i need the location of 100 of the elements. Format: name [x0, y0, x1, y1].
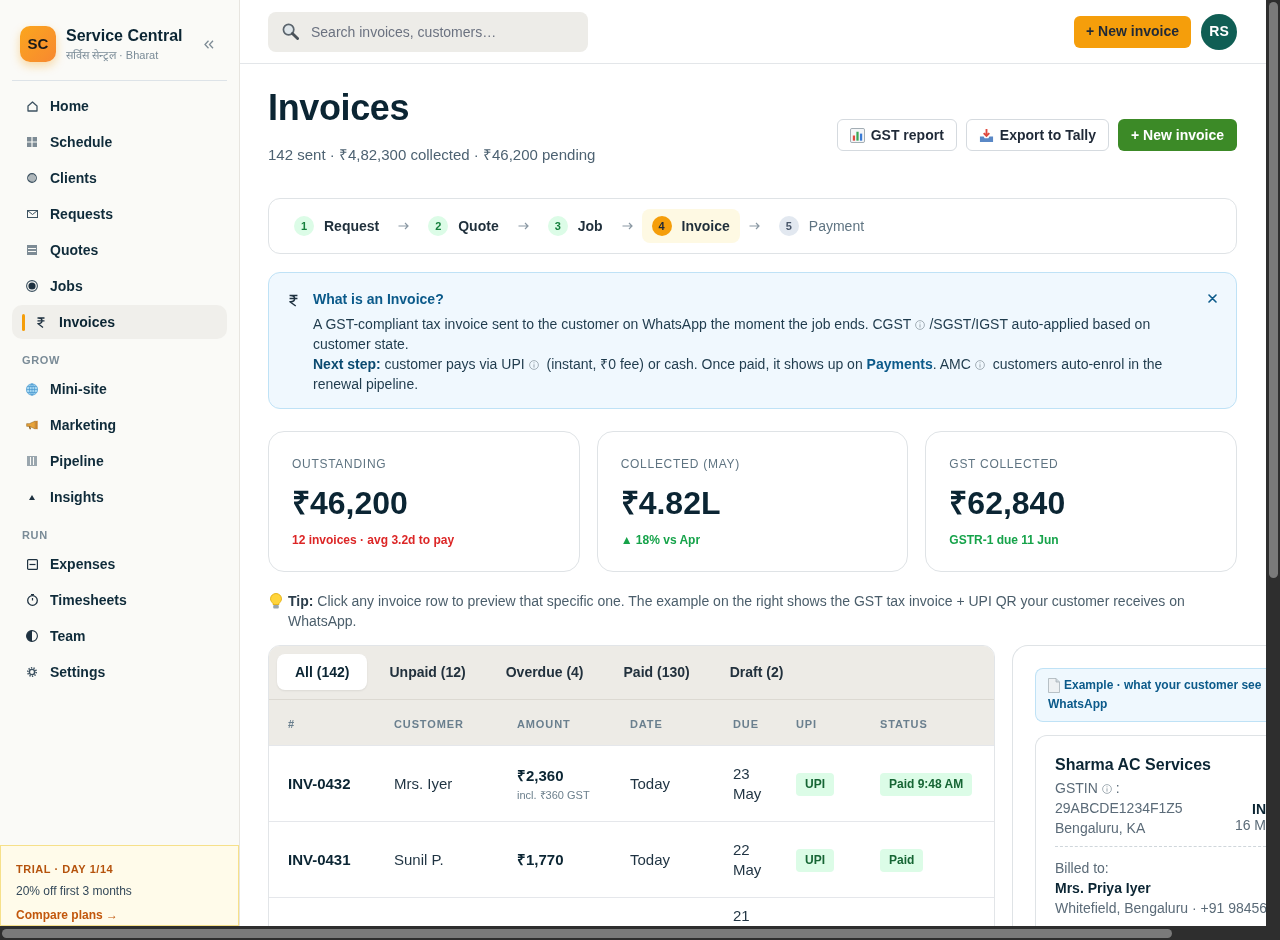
nav-item[interactable]: Timesheets	[12, 583, 227, 617]
scrollbar-thumb[interactable]	[2, 928, 1172, 938]
nav-item[interactable]: Team	[12, 619, 227, 653]
column-header: #	[288, 717, 295, 730]
customer-name: Sunil P.	[394, 850, 444, 868]
invoice-date: Today	[630, 850, 671, 868]
amount: ₹2,360	[517, 765, 564, 786]
step-number: 1	[294, 216, 314, 236]
step-number: 2	[428, 216, 449, 236]
info-icon	[1101, 784, 1112, 794]
settings-icon	[27, 667, 37, 677]
nav-item[interactable]: Clients	[12, 161, 227, 195]
rupee-icon	[37, 316, 45, 328]
nav-item[interactable]: Home	[12, 89, 227, 123]
step-label: Request	[324, 216, 380, 236]
rupee-icon	[289, 294, 298, 307]
filter-tab[interactable]: Unpaid (12)	[371, 654, 484, 690]
nav-item[interactable]: Invoices	[12, 305, 227, 339]
nav-item[interactable]: Quotes	[12, 233, 227, 267]
arrow-icon	[621, 222, 633, 230]
status-badge: Paid 9:48 AM	[880, 773, 973, 796]
billed-customer: Mrs. Priya Iyer	[1055, 879, 1151, 898]
invoice-number: INV-0431	[288, 850, 351, 868]
step-label: Payment	[808, 216, 865, 236]
logo: SC	[20, 26, 56, 62]
vertical-scrollbar[interactable]	[1266, 0, 1280, 926]
arrow-icon	[748, 222, 760, 230]
billed-to-label: Billed to:	[1055, 859, 1109, 878]
envelope-icon	[26, 210, 38, 218]
inline-link[interactable]: Payments	[866, 356, 933, 372]
info-icon	[974, 360, 985, 370]
invoice-number: INV-0432	[288, 774, 351, 792]
column-header: DATE	[630, 717, 663, 730]
close-button[interactable]	[1206, 292, 1218, 304]
upi-badge: UPI	[796, 849, 834, 872]
stopwatch-icon	[26, 594, 38, 606]
nav-item[interactable]: Marketing	[12, 408, 227, 442]
customer-name: Mrs. Iyer	[394, 774, 453, 792]
filter-tab[interactable]: All (142)	[277, 654, 368, 690]
callout-text: Example · what your customer see	[1064, 677, 1262, 694]
due-date: 21	[733, 906, 751, 926]
column-header: AMOUNT	[517, 717, 571, 730]
filter-tab[interactable]: Paid (130)	[605, 654, 708, 690]
nav-item[interactable]: Requests	[12, 197, 227, 231]
invoice-date: Today	[630, 774, 671, 792]
nav-item[interactable]: Schedule	[12, 125, 227, 159]
collapse-button[interactable]	[203, 38, 215, 50]
new-invoice-button[interactable]: + New invoice	[1118, 119, 1237, 151]
columns-icon	[27, 456, 37, 466]
page-summary: 142 sent · ₹4,82,300 collected · ₹46,200 pending	[268, 145, 596, 165]
horizontal-scrollbar[interactable]	[0, 926, 1266, 940]
tip-text: Tip: Click any invoice row to preview that specific one. The example on the right shows the GST tax invoice + UPI QR your customer receives on WhatsApp.	[288, 592, 1186, 631]
stat-label: COLLECTED (MAY)	[620, 456, 740, 472]
invoice-date: 16 M	[1234, 817, 1266, 833]
info-title: What is an Invoice?	[313, 290, 444, 309]
close-icon	[1207, 293, 1217, 303]
step-number: 4	[651, 216, 672, 236]
stat-note: ▲ 18% vs Apr	[620, 532, 701, 548]
due-date: 22 May	[733, 839, 763, 880]
stat-value: ₹4.82L	[620, 484, 721, 523]
new-invoice-button[interactable]: + New invoice	[1074, 15, 1191, 48]
report-button[interactable]: GST report	[836, 119, 957, 151]
avatar[interactable]: RS	[1201, 13, 1237, 50]
status-badge: Paid	[880, 849, 924, 872]
stat-label: OUTSTANDING	[292, 456, 387, 472]
nav-item[interactable]: Settings	[12, 655, 227, 689]
megaphone-icon	[26, 418, 38, 432]
search-icon	[282, 23, 299, 40]
info-icon	[915, 320, 926, 330]
filter-tab[interactable]: Draft (2)	[711, 654, 802, 690]
indicator-bar-icon	[22, 313, 25, 331]
business-city: Bengaluru, KA	[1055, 819, 1146, 838]
export-button[interactable]: Export to Tally	[965, 119, 1109, 151]
nav-item[interactable]: Expenses	[12, 547, 227, 581]
bar-chart-icon	[849, 127, 865, 143]
column-header: DUE	[733, 717, 759, 730]
brand-name: Service Central	[66, 26, 183, 46]
stat-label: GST COLLECTED	[949, 456, 1059, 472]
nav-item[interactable]: Pipeline	[12, 444, 227, 478]
nav-item[interactable]: Insights	[12, 480, 227, 514]
document-icon	[1048, 678, 1060, 693]
grid-icon	[27, 137, 37, 147]
step-label: Invoice	[681, 216, 730, 236]
triangle-icon	[29, 494, 35, 500]
filter-tab[interactable]: Overdue (4)	[487, 654, 602, 690]
nav-item[interactable]: Mini-site	[12, 372, 227, 406]
scrollbar-thumb[interactable]	[1268, 2, 1278, 578]
trial-title: TRIAL · DAY 1/14	[16, 862, 114, 877]
nav-item[interactable]: Jobs	[12, 269, 227, 303]
step-number: 5	[778, 216, 799, 236]
billed-address: Whitefield, Bengaluru · +91 98456	[1055, 899, 1266, 918]
business-name: Sharma AC Services	[1055, 755, 1211, 775]
stat-value: ₹46,200	[292, 484, 408, 523]
info-icon	[528, 360, 539, 370]
boxed-minus-icon	[26, 558, 38, 570]
compare-plans-link[interactable]: Compare plans →	[16, 907, 119, 923]
stat-note: GSTR-1 due 11 Jun	[949, 532, 1059, 548]
upi-badge: UPI	[796, 773, 834, 796]
column-header: STATUS	[880, 717, 928, 730]
column-header: CUSTOMER	[394, 717, 464, 730]
